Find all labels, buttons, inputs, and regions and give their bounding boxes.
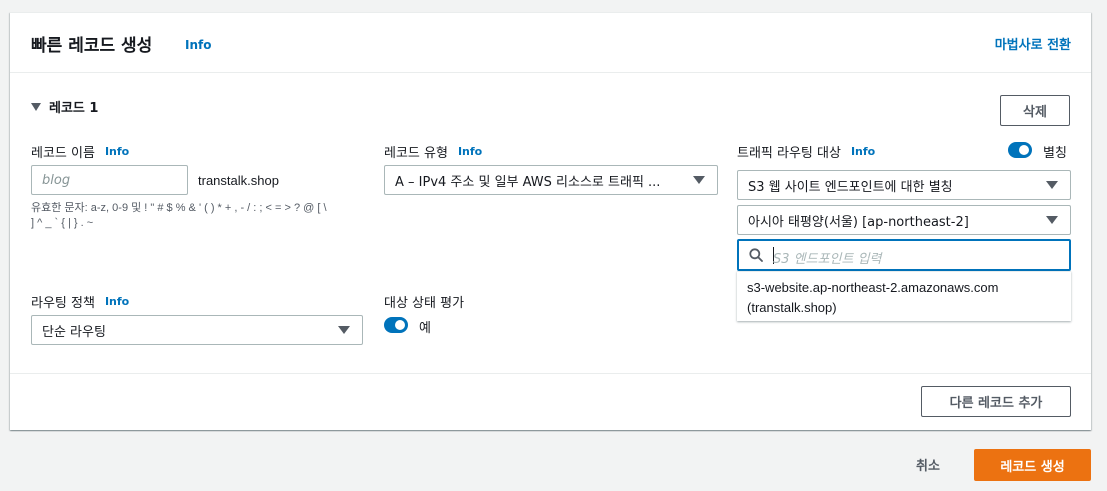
record-name-placeholder: blog xyxy=(42,172,71,188)
record-type-info-link[interactable]: Info xyxy=(458,145,482,158)
region-select[interactable]: 아시아 태평양(서울) [ap-northeast-2] xyxy=(737,205,1071,235)
endpoint-search-placeholder: S3 엔드포인트 입력 xyxy=(773,252,882,267)
section-divider xyxy=(10,373,1091,374)
record-name-hint-line2: ] ^ _ ` { | } . ~ xyxy=(31,217,94,229)
route-target-info-link[interactable]: Info xyxy=(851,145,875,158)
search-icon xyxy=(749,248,763,262)
alias-label: 별칭 xyxy=(1043,146,1067,161)
record-type-value: A – IPv4 주소 및 일부 AWS 리소스로 트래픽 ... xyxy=(395,174,661,190)
cancel-button[interactable]: 취소 xyxy=(916,455,940,474)
record-name-info-link[interactable]: Info xyxy=(105,145,129,158)
create-records-button[interactable]: 레코드 생성 xyxy=(974,449,1091,481)
switch-to-wizard-link[interactable]: 마법사로 전환 xyxy=(995,34,1071,53)
page-title: 빠른 레코드 생성 xyxy=(31,36,153,56)
add-another-record-button[interactable]: 다른 레코드 추가 xyxy=(921,386,1071,417)
endpoint-dropdown: s3-website.ap-northeast-2.amazonaws.com … xyxy=(737,271,1071,321)
domain-suffix: transtalk.shop xyxy=(198,173,279,188)
record-type-label-row: 레코드 유형 Info xyxy=(384,142,482,161)
chevron-down-icon xyxy=(338,326,350,334)
caret-down-icon xyxy=(31,102,41,111)
delete-button[interactable]: 삭제 xyxy=(1000,95,1070,126)
health-toggle-knob xyxy=(395,320,405,330)
route-target-label-row: 트래픽 라우팅 대상 Info xyxy=(737,142,875,161)
endpoint-option-line2: (transtalk.shop) xyxy=(747,300,837,315)
record-name-hint: 유효한 문자: a-z, 0-9 및 ! " # $ % & ' ( ) * +… xyxy=(31,201,371,231)
panel-header: 빠른 레코드 생성 Info 마법사로 전환 xyxy=(10,13,1091,73)
route-target-label: 트래픽 라우팅 대상 xyxy=(737,146,841,161)
routing-policy-value: 단순 라우팅 xyxy=(42,324,106,340)
routing-policy-label: 라우팅 정책 xyxy=(31,296,95,311)
endpoint-option-line1: s3-website.ap-northeast-2.amazonaws.com xyxy=(747,280,999,295)
quick-create-panel: 빠른 레코드 생성 Info 마법사로 전환 레코드 1 삭제 레코드 이름 I… xyxy=(10,12,1091,430)
routing-policy-label-row: 라우팅 정책 Info xyxy=(31,292,129,311)
endpoint-search-input[interactable]: S3 엔드포인트 입력 xyxy=(737,239,1071,271)
routing-policy-select[interactable]: 단순 라우팅 xyxy=(31,315,363,345)
chevron-down-icon xyxy=(1046,181,1058,189)
title-info-link[interactable]: Info xyxy=(185,38,211,52)
record-name-label-row: 레코드 이름 Info xyxy=(31,142,129,161)
routing-policy-info-link[interactable]: Info xyxy=(105,295,129,308)
region-value: 아시아 태평양(서울) [ap-northeast-2] xyxy=(748,214,969,230)
health-evaluation-toggle[interactable] xyxy=(384,317,408,333)
endpoint-type-select[interactable]: S3 웹 사이트 엔드포인트에 대한 별칭 xyxy=(737,170,1071,200)
health-evaluation-value: 예 xyxy=(419,321,431,336)
record-section-label: 레코드 1 xyxy=(49,101,99,116)
record-section-toggle[interactable]: 레코드 1 xyxy=(31,97,98,116)
record-type-label: 레코드 유형 xyxy=(384,146,448,161)
endpoint-option[interactable]: s3-website.ap-northeast-2.amazonaws.com … xyxy=(747,278,998,318)
record-name-hint-line1: 유효한 문자: a-z, 0-9 및 ! " # $ % & ' ( ) * +… xyxy=(31,202,327,214)
health-evaluation-label: 대상 상태 평가 xyxy=(384,296,465,311)
alias-toggle[interactable] xyxy=(1008,142,1032,158)
chevron-down-icon xyxy=(1046,216,1058,224)
record-type-select[interactable]: A – IPv4 주소 및 일부 AWS 리소스로 트래픽 ... xyxy=(384,165,718,195)
record-name-input[interactable]: blog xyxy=(31,165,188,195)
chevron-down-icon xyxy=(693,176,705,184)
record-name-label: 레코드 이름 xyxy=(31,146,95,161)
alias-toggle-knob xyxy=(1019,145,1029,155)
endpoint-type-value: S3 웹 사이트 엔드포인트에 대한 별칭 xyxy=(748,179,953,195)
